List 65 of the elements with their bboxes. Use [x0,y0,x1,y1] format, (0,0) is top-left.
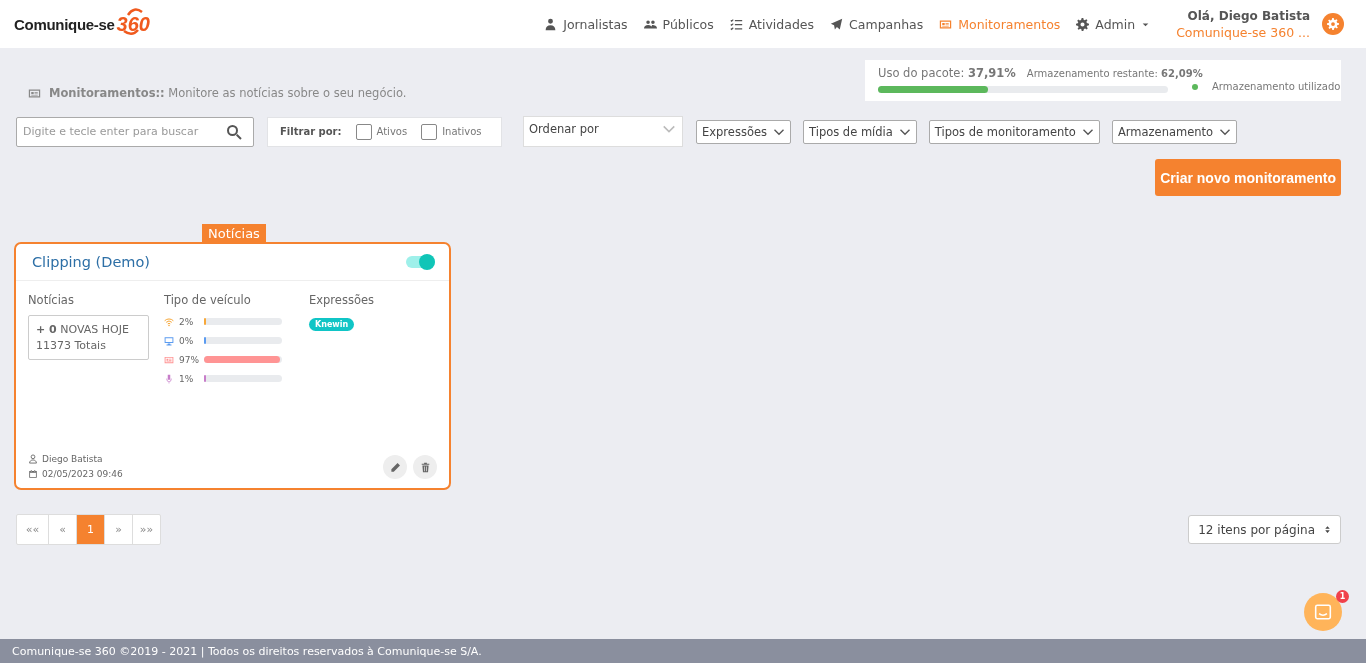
toggle-switch[interactable] [406,256,435,268]
nav-link[interactable]: Atividades [729,16,815,32]
page-title: Monitoramentos:: Monitore as notícias sobre o seu negócio. [49,86,407,100]
percentage: 1% [179,373,195,384]
calendar-icon [28,469,38,479]
page-link[interactable]: » [104,515,132,544]
percentage: 0% [179,335,195,346]
section-label: Notícias [28,293,75,307]
items-per-page-select[interactable]: 12 itens por página [1188,515,1341,544]
settings-icon [1076,17,1090,31]
nav-link[interactable]: Campanhas [830,16,924,32]
person-icon [28,454,38,464]
nav-link[interactable]: Jornalistas [544,16,628,32]
legend-dot [1192,83,1198,90]
remaining-storage: Armazenamento restante: 62,09% [1026,68,1203,79]
percentage: 2% [179,316,195,327]
checklist-icon [729,17,743,31]
search-field[interactable]: Digite e tecle enter para buscar [16,116,254,147]
settings-button[interactable] [1322,13,1344,35]
pencil-icon [389,461,401,473]
checkbox[interactable] [421,123,438,140]
search-icon [226,123,242,140]
section-label: Expressões [309,293,375,307]
microphone-icon [164,373,174,384]
legend-label: Armazenamento utilizado [1212,81,1341,92]
filter-dropdown[interactable]: Expressões [696,119,791,144]
user-greeting: Olá, Diego Batista [1187,8,1310,23]
monitor-icon [164,335,174,346]
newspaper-icon [28,86,41,100]
category-tag: Notícias [202,224,266,242]
newspaper-icon [164,354,174,365]
package-usage: Uso do pacote: 37,91% [878,66,1016,80]
nav-link[interactable]: Públicos [643,16,714,32]
new-today-count: + 0 NOVAS HOJE [36,323,130,336]
paper-plane-icon [830,17,844,31]
page-link[interactable]: «« [17,515,48,544]
footer-copyright: Comunique-se 360 ©2019 - 2021 | Todos os direitos reservados à Comunique-se S/A. [12,644,482,658]
sort-select[interactable]: Ordenar por [523,116,683,147]
trash-icon [419,461,431,473]
filter-dropdown[interactable]: Tipos de monitoramento [928,119,1100,144]
author-name: Diego Batista [42,454,103,464]
chat-icon [1314,603,1332,621]
checkbox-label: Ativos [376,126,408,137]
chat-button[interactable] [1304,593,1342,631]
section-label: Tipo de veículo [164,293,252,307]
nav-link[interactable]: Admin [1076,16,1151,32]
total-count: 11373 Totais [36,339,107,352]
page-link[interactable]: »» [132,515,160,544]
sort-arrows-icon [1323,525,1332,534]
created-date: 02/05/2023 09:46 [42,469,123,479]
checkbox[interactable] [355,123,372,140]
checkbox-label: Inativos [442,126,482,137]
delete-button[interactable] [413,455,437,479]
user-icon [544,17,558,31]
wifi-icon [164,316,174,327]
notification-badge: 1 [1336,590,1349,603]
percentage: 97% [179,354,200,365]
expression-tag: Knewin [309,318,355,331]
filter-label: Filtrar por: [280,126,342,137]
filter-dropdown[interactable]: Armazenamento [1111,119,1238,144]
card-title[interactable]: Clipping (Demo) [32,254,151,270]
filter-dropdown[interactable]: Tipos de mídia [803,119,917,144]
settings-icon [1327,18,1339,30]
edit-button[interactable] [383,455,407,479]
newspaper-icon [939,17,953,31]
